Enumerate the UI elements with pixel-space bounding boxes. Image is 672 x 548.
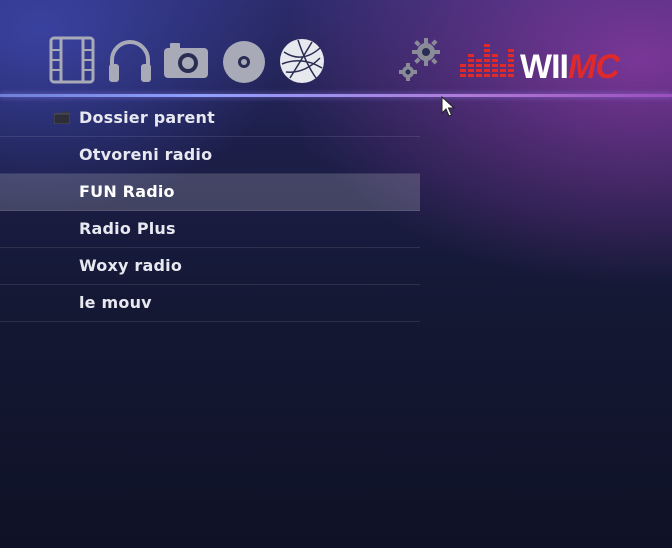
folder-icon — [54, 111, 70, 124]
disc-icon[interactable] — [220, 34, 268, 86]
mouse-pointer-icon — [441, 96, 455, 117]
svg-text:WII: WII — [520, 48, 568, 82]
list-item-label: Woxy radio — [79, 256, 183, 275]
wiimc-logo: WII MC — [460, 42, 628, 86]
list-item[interactable]: Woxy radio — [0, 248, 420, 285]
list-item-selected[interactable]: FUN Radio — [0, 174, 420, 211]
camera-icon[interactable] — [162, 34, 210, 86]
menu-divider — [0, 94, 672, 97]
list-item-label: Dossier parent — [79, 108, 215, 127]
headphones-icon[interactable] — [106, 34, 154, 86]
list-item[interactable]: le mouv — [0, 285, 420, 322]
list-item-parent-folder[interactable]: Dossier parent — [0, 100, 420, 137]
list-item-label: Radio Plus — [79, 219, 176, 238]
list-item-label: Otvoreni radio — [79, 145, 213, 164]
list-item-label: FUN Radio — [79, 182, 175, 201]
list-item[interactable]: Otvoreni radio — [0, 137, 420, 174]
top-menu-bar: WII MC — [0, 0, 672, 96]
file-browser-list: Dossier parent Otvoreni radio FUN Radio … — [0, 100, 420, 322]
list-item-label: le mouv — [79, 293, 152, 312]
svg-text:MC: MC — [568, 48, 620, 82]
gears-icon[interactable] — [396, 34, 442, 86]
film-icon[interactable] — [48, 34, 96, 86]
list-item[interactable]: Radio Plus — [0, 211, 420, 248]
globe-icon[interactable] — [278, 34, 326, 86]
